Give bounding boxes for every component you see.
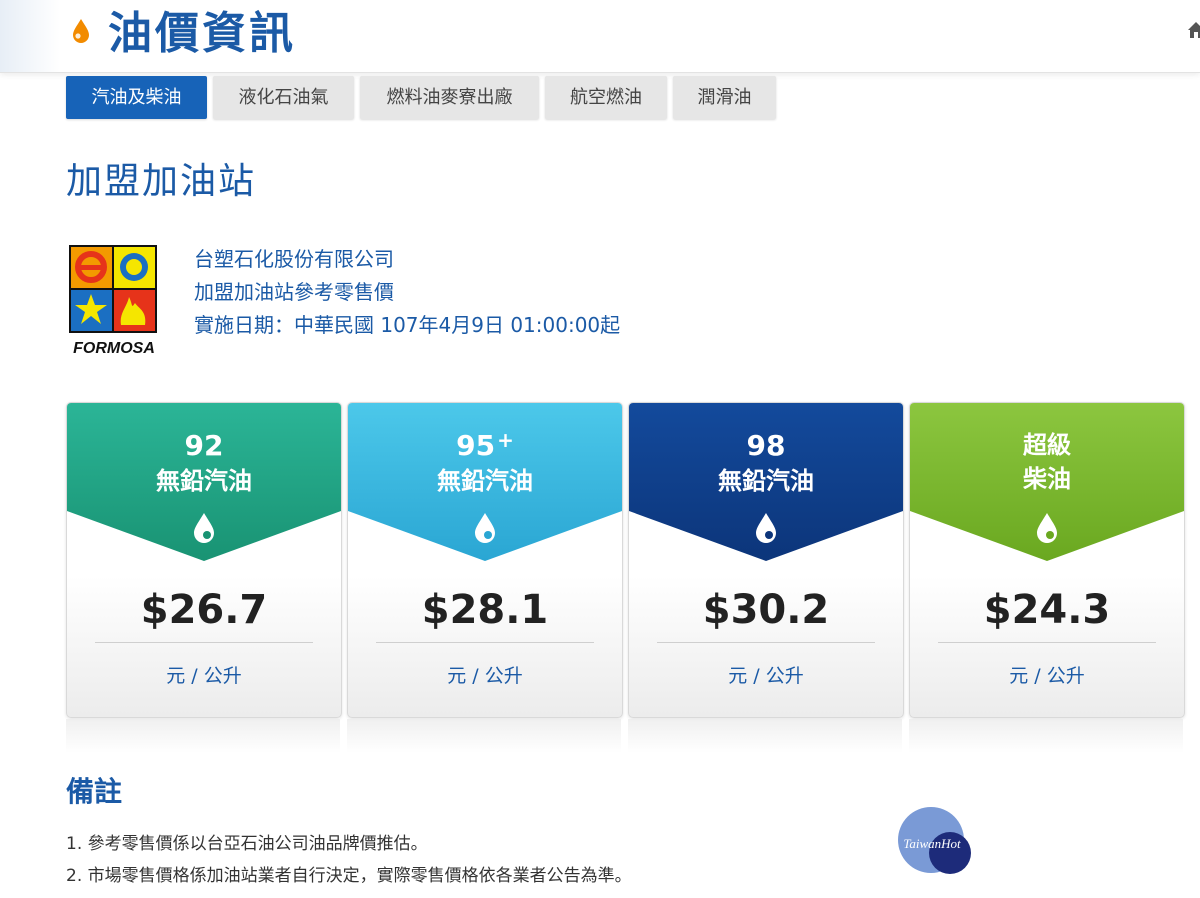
price-card-92: 92 無鉛汽油 $26.7 元 / 公升 [66,402,342,718]
price-value: $24.3 [983,587,1111,633]
taiwanhot-watermark: TaiwanHot [898,807,971,874]
price-unit: 元 / 公升 [166,665,242,687]
oil-drop-icon [756,513,776,543]
divider [657,642,875,643]
tab-lpg[interactable]: 液化石油氣 [213,76,354,119]
price-unit: 元 / 公升 [728,665,804,687]
fuel-grade: 98 [746,429,786,462]
section-title: 加盟加油站 [66,161,257,202]
price-unit: 元 / 公升 [1009,665,1085,687]
fuel-grade: 95 + [456,428,514,462]
note-item: 1. 參考零售價係以台亞石油公司油品牌價推估。 [66,834,428,854]
price-card-95: 95 + 無鉛汽油 $28.1 元 / 公升 [347,402,623,718]
tab-fuel-oil[interactable]: 燃料油麥寮出廠 [360,76,539,119]
oil-drop-icon [475,513,495,543]
fuel-grade: 92 [184,429,224,462]
price-value: $26.7 [140,587,268,633]
tab-gasoline-diesel[interactable]: 汽油及柴油 [66,76,207,119]
header-left-fade [0,0,60,72]
price-subtitle: 加盟加油站參考零售價 [194,280,394,304]
fuel-type: 柴油 [1023,465,1071,493]
divider [95,642,313,643]
price-card-98: 98 無鉛汽油 $30.2 元 / 公升 [628,402,904,718]
oil-drop-icon [1037,513,1057,543]
company-name: 台塑石化股份有限公司 [194,247,394,271]
formosa-logo: FORMOSA [69,245,157,357]
divider [376,642,594,643]
fuel-type: 無鉛汽油 [437,467,533,495]
home-icon[interactable] [1186,20,1200,40]
fuel-type: 無鉛汽油 [156,467,252,495]
effective-date: 實施日期：中華民國 107年4月9日 01:00:00起 [194,313,621,337]
tab-lubricant[interactable]: 潤滑油 [673,76,776,119]
top-header-bar: 油價資訊 [0,0,1200,73]
card-reflection [347,719,621,753]
tab-aviation-fuel[interactable]: 航空燃油 [545,76,667,119]
note-item: 2. 市場零售價格係加油站業者自行決定，實際零售價格依各業者公告為準。 [66,866,632,886]
company-info: 台塑石化股份有限公司 加盟加油站參考零售價 實施日期：中華民國 107年4月9日… [194,243,620,342]
formosa-logo-text: FORMOSA [73,340,155,357]
card-reflection [628,719,902,753]
notes-title: 備註 [66,775,123,808]
price-unit: 元 / 公升 [447,665,523,687]
notes-list: 1. 參考零售價係以台亞石油公司油品牌價推估。 2. 市場零售價格係加油站業者自… [66,828,632,892]
price-value: $28.1 [421,587,549,633]
fuel-grade: 超級 [1023,431,1071,459]
price-card-diesel: 超級 柴油 $24.3 元 / 公升 [909,402,1185,718]
card-reflection [66,719,340,753]
fuel-type: 無鉛汽油 [718,467,814,495]
card-reflection [909,719,1183,753]
watermark-text: TaiwanHot [903,836,961,851]
fuel-drop-icon [73,19,89,43]
site-title: 油價資訊 [108,8,296,59]
price-value: $30.2 [702,587,830,633]
oil-drop-icon [194,513,214,543]
divider [938,642,1156,643]
